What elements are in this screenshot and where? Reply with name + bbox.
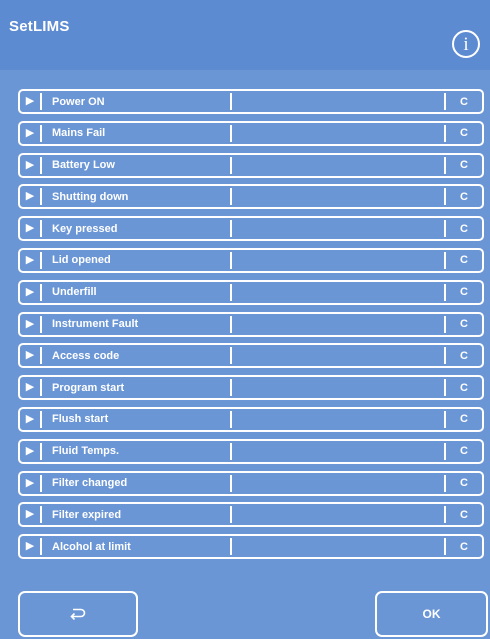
clear-button[interactable]: C <box>446 477 482 489</box>
divider <box>230 474 232 492</box>
ok-button[interactable]: OK <box>375 591 488 637</box>
row-label: Filter expired <box>52 508 122 521</box>
play-icon[interactable]: ▶ <box>20 314 40 335</box>
clear-button[interactable]: C <box>446 541 482 553</box>
play-icon[interactable]: ▶ <box>20 123 40 144</box>
lims-row: ▶ Filter expired C <box>18 502 484 528</box>
page-title: SetLIMS <box>9 18 70 35</box>
divider <box>230 442 232 460</box>
lims-event-list: ▶ Power ON C ▶ Mains Fail C ▶ Battery Low C ▶ Shut… <box>18 89 488 566</box>
row-label: Shutting down <box>52 190 129 203</box>
row-label: Flush start <box>52 413 109 426</box>
clear-button[interactable]: C <box>446 509 482 521</box>
row-label: Program start <box>52 381 125 394</box>
header-bar: SetLIMS i <box>0 0 490 70</box>
lims-row: ▶ Power ON C <box>18 89 484 114</box>
lims-row: ▶ Alcohol at limit C <box>18 534 484 560</box>
lims-row: ▶ Flush start C <box>18 406 484 432</box>
play-icon[interactable]: ▶ <box>20 409 40 430</box>
clear-button[interactable]: C <box>446 382 482 394</box>
lims-row: ▶ Access code C <box>18 343 484 369</box>
lims-row: ▶ Shutting down C <box>18 184 484 210</box>
clear-button[interactable]: C <box>446 350 482 362</box>
clear-button[interactable]: C <box>446 318 482 330</box>
play-icon[interactable]: ▶ <box>20 536 40 557</box>
clear-button[interactable]: C <box>446 445 482 457</box>
lims-row: ▶ Battery Low C <box>18 152 484 178</box>
row-label: Mains Fail <box>52 127 106 140</box>
play-icon[interactable]: ▶ <box>20 91 40 112</box>
play-icon[interactable]: ▶ <box>20 186 40 207</box>
row-label: Fluid Temps. <box>52 445 120 458</box>
play-icon[interactable]: ▶ <box>20 441 40 462</box>
row-label: Instrument Fault <box>52 318 139 331</box>
info-icon: i <box>463 33 469 55</box>
clear-button[interactable]: C <box>446 254 482 266</box>
lims-row: ▶ Lid opened C <box>18 247 484 273</box>
lims-row: ▶ Program start C <box>18 375 484 401</box>
row-label: Filter changed <box>52 477 128 490</box>
row-label: Power ON <box>52 95 105 108</box>
divider <box>230 251 232 269</box>
divider <box>230 379 232 397</box>
row-label: Alcohol at limit <box>52 540 131 553</box>
return-arrow-icon <box>70 608 86 620</box>
row-label: Battery Low <box>52 159 115 172</box>
clear-button[interactable]: C <box>446 96 482 108</box>
row-label: Key pressed <box>52 222 118 235</box>
play-icon[interactable]: ▶ <box>20 218 40 239</box>
play-icon[interactable]: ▶ <box>20 345 40 366</box>
divider <box>230 93 232 110</box>
lims-row: ▶ Fluid Temps. C <box>18 438 484 464</box>
play-icon[interactable]: ▶ <box>20 377 40 398</box>
lims-row: ▶ Filter changed C <box>18 470 484 496</box>
play-icon[interactable]: ▶ <box>20 473 40 494</box>
play-icon[interactable]: ▶ <box>20 155 40 176</box>
divider <box>230 410 232 428</box>
divider <box>230 124 232 142</box>
divider <box>230 188 232 206</box>
lims-row: ▶ Mains Fail C <box>18 120 484 146</box>
divider <box>230 315 232 333</box>
clear-button[interactable]: C <box>446 127 482 139</box>
play-icon[interactable]: ▶ <box>20 282 40 303</box>
divider <box>230 220 232 238</box>
back-button[interactable] <box>18 591 138 637</box>
divider <box>230 283 232 301</box>
clear-button[interactable]: C <box>446 223 482 235</box>
clear-button[interactable]: C <box>446 159 482 171</box>
clear-button[interactable]: C <box>446 286 482 298</box>
info-button[interactable]: i <box>452 30 480 58</box>
row-label: Underfill <box>52 286 97 299</box>
clear-button[interactable]: C <box>446 191 482 203</box>
play-icon[interactable]: ▶ <box>20 504 40 525</box>
divider <box>230 156 232 174</box>
divider <box>230 506 232 524</box>
lims-row: ▶ Underfill C <box>18 279 484 305</box>
divider <box>230 538 232 556</box>
row-label: Lid opened <box>52 254 111 267</box>
play-icon[interactable]: ▶ <box>20 250 40 271</box>
clear-button[interactable]: C <box>446 413 482 425</box>
lims-row: ▶ Key pressed C <box>18 216 484 242</box>
divider <box>230 347 232 365</box>
lims-row: ▶ Instrument Fault C <box>18 311 484 337</box>
row-label: Access code <box>52 349 120 362</box>
